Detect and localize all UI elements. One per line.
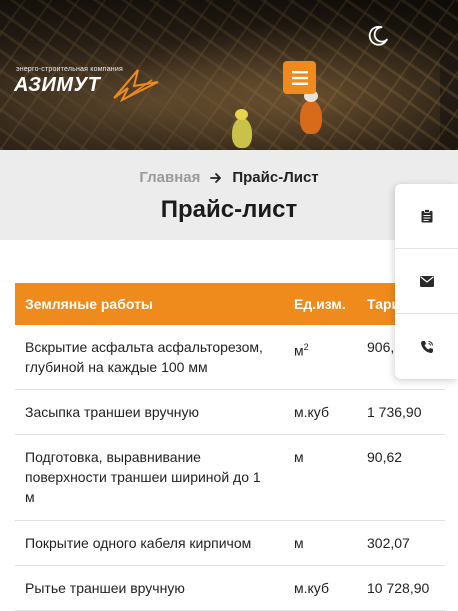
table-row: Подготовка, выравнивание поверхности тра… xyxy=(15,434,445,521)
hamburger-icon xyxy=(291,70,308,85)
hero-background xyxy=(120,20,440,150)
arrow-right-icon xyxy=(210,172,222,183)
moon-icon xyxy=(368,25,388,46)
cell-unit: м2 xyxy=(284,325,357,390)
cell-unit: м xyxy=(284,520,357,566)
theme-toggle-button[interactable] xyxy=(366,24,390,48)
email-button[interactable] xyxy=(395,249,458,314)
logo-wordmark: АЗИМУТ xyxy=(14,74,101,96)
clipboard-icon xyxy=(421,209,432,223)
cell-service-name: Подготовка, выравнивание поверхности тра… xyxy=(15,434,284,521)
cell-service-name: Вскрытие асфальта асфальторезом, глубино… xyxy=(15,325,284,390)
cell-price: 1 736,90 xyxy=(357,389,445,435)
unit-superscript: 2 xyxy=(303,342,309,352)
phone-icon xyxy=(420,340,433,353)
cell-price: 10 728,90 xyxy=(357,565,445,611)
table-row: Рытье траншеи вручную м.куб 10 728,90 xyxy=(15,565,445,611)
cell-service-name: Рытье траншеи вручную xyxy=(15,565,284,611)
company-logo[interactable]: энерго-строительная компания АЗИМУТ xyxy=(12,66,162,106)
cell-service-name: Покрытие одного кабеля кирпичом xyxy=(15,520,284,566)
table-header-row: Земляные работы Ед.изм. Тари xyxy=(15,283,445,325)
request-form-button[interactable] xyxy=(395,184,458,249)
cell-unit: м.куб xyxy=(284,389,357,435)
hero-worker-figure xyxy=(232,109,252,148)
cell-price: 90,62 xyxy=(357,434,445,521)
cell-unit: м.куб xyxy=(284,565,357,611)
price-table: Земляные работы Ед.изм. Тари Вскрытие ас… xyxy=(15,283,445,611)
table-row: Вскрытие асфальта асфальторезом, глубино… xyxy=(15,325,445,390)
table-row: Засыпка траншеи вручную м.куб 1 736,90 xyxy=(15,389,445,435)
breadcrumb-current: Прайс-Лист xyxy=(232,169,319,186)
table-row: Покрытие одного кабеля кирпичом м 302,07 xyxy=(15,520,445,566)
cell-unit: м xyxy=(284,434,357,521)
floating-contact-panel xyxy=(395,184,458,379)
menu-button[interactable] xyxy=(283,61,316,94)
hero-worker-figure xyxy=(300,90,322,134)
price-table-container[interactable]: Земляные работы Ед.изм. Тари Вскрытие ас… xyxy=(15,283,458,611)
unit-text: м xyxy=(294,342,304,359)
logo-arrow-icon xyxy=(113,69,159,102)
page-header-section: Главная Прайс-Лист Прайс-лист xyxy=(0,150,458,240)
call-button[interactable] xyxy=(395,314,458,379)
logo-tagline: энерго-строительная компания xyxy=(16,66,123,73)
hero-header: энерго-строительная компания АЗИМУТ xyxy=(0,0,458,150)
cell-service-name: Засыпка траншеи вручную xyxy=(15,389,284,435)
page-title: Прайс-лист xyxy=(160,196,298,223)
breadcrumb: Главная Прайс-Лист xyxy=(0,169,458,186)
envelope-icon xyxy=(419,275,434,287)
column-header-category: Земляные работы xyxy=(15,283,284,325)
column-header-unit: Ед.изм. xyxy=(284,283,357,325)
cell-price: 302,07 xyxy=(357,520,445,566)
breadcrumb-home-link[interactable]: Главная xyxy=(139,169,200,186)
